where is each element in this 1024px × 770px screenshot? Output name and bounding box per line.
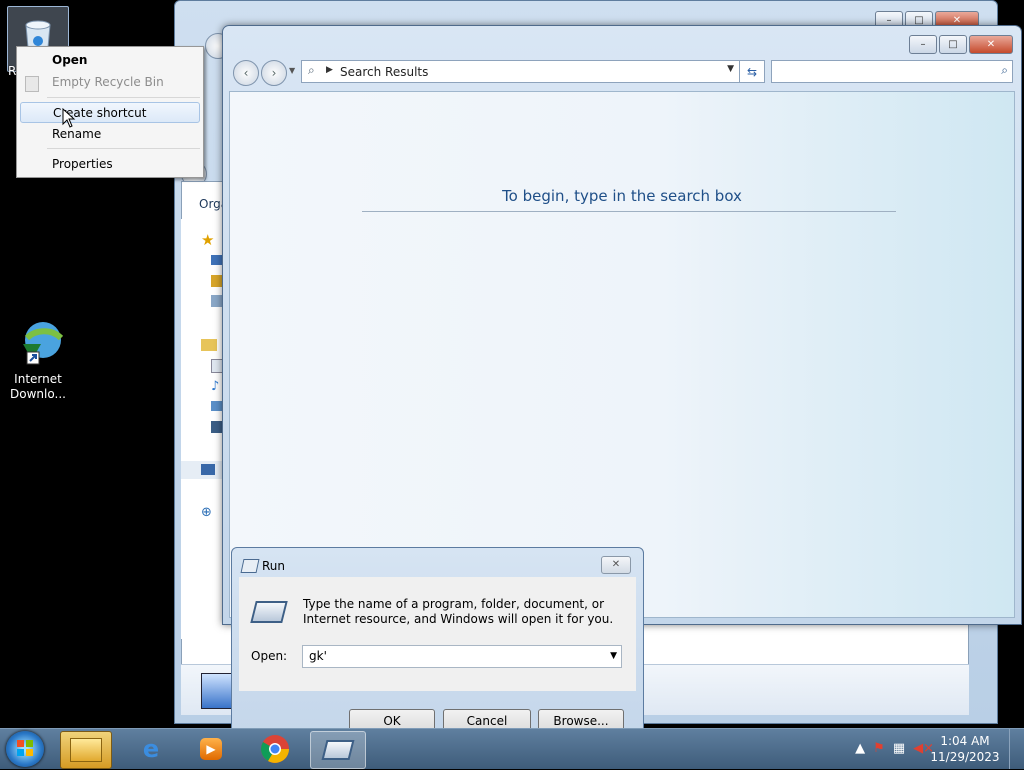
system-tray: ▲ ⚑ ▦ ◀× [855, 741, 934, 756]
back-button[interactable]: ‹ [233, 60, 259, 86]
taskbar-run-button[interactable] [310, 731, 366, 769]
front-window-caption-buttons: – □ ✕ [909, 35, 1013, 54]
address-text: Search Results [340, 64, 429, 79]
libraries-icon[interactable] [201, 339, 217, 351]
menu-item-properties[interactable]: Properties [20, 154, 200, 175]
recycle-bin-context-menu: Open Empty Recycle Bin Create shortcut R… [16, 46, 204, 178]
combobox-dropdown-icon[interactable]: ▼ [610, 651, 617, 661]
open-input[interactable]: gk' [309, 649, 327, 663]
open-label: Open: [251, 649, 288, 663]
run-close-button[interactable]: ✕ [601, 556, 631, 574]
clock-time: 1:04 AM [940, 734, 990, 748]
network-icon[interactable]: ⊕ [201, 505, 212, 520]
navigation-pane: ★ ♪ ⊕ [181, 219, 227, 639]
mouse-cursor-icon [62, 108, 76, 128]
action-center-icon[interactable]: ⚑ [873, 741, 885, 756]
taskbar-media-player-button[interactable]: ▶ [186, 731, 236, 767]
run-dialog-body: Type the name of a program, folder, docu… [239, 577, 636, 691]
idm-label-line2: Downlo... [10, 387, 66, 401]
show-desktop-button[interactable] [1009, 729, 1024, 769]
explorer-icon [70, 738, 102, 762]
run-program-icon [250, 601, 288, 623]
show-hidden-icons-icon[interactable]: ▲ [855, 741, 865, 756]
refresh-button[interactable]: ⇆ [739, 60, 765, 83]
computer-nav-row[interactable] [181, 461, 227, 479]
search-folder-icon: ⌕ [308, 63, 315, 77]
taskbar: e ▶ ▲ ⚑ ▦ ◀× 1:04 AM 11/29/2023 [0, 728, 1024, 769]
computer-large-icon [201, 673, 233, 709]
menu-separator [47, 148, 200, 149]
menu-item-rename[interactable]: Rename [20, 124, 200, 145]
forward-button[interactable]: › [261, 60, 287, 86]
run-title-icon [240, 559, 260, 573]
run-dialog-title: Run [262, 559, 286, 573]
internet-download-manager-desktop-icon[interactable]: Internet Downlo... [0, 318, 76, 402]
close-button[interactable]: ✕ [969, 35, 1013, 54]
empty-recycle-bin-icon [25, 76, 39, 92]
taskbar-chrome-button[interactable] [250, 731, 300, 767]
menu-item-open[interactable]: Open [20, 50, 200, 71]
run-instructions: Type the name of a program, folder, docu… [303, 597, 614, 626]
search-results-window[interactable]: – □ ✕ ‹ › ▼ ⌕ ▶ Search Results ▼ ⇆ ⌕ To … [222, 25, 1022, 625]
system-clock[interactable]: 1:04 AM 11/29/2023 [930, 733, 1000, 765]
search-results-pane: To begin, type in the search box [229, 91, 1015, 618]
ie-icon: e [142, 735, 160, 763]
favorites-star-icon[interactable]: ★ [201, 231, 214, 249]
media-player-icon: ▶ [200, 738, 222, 760]
minimize-button[interactable]: – [909, 35, 937, 54]
computer-icon [201, 464, 215, 475]
taskbar-ie-button[interactable]: e [126, 731, 176, 767]
menu-item-create-shortcut[interactable]: Create shortcut [20, 102, 200, 123]
hint-divider [362, 211, 896, 212]
address-bar[interactable]: ⌕ ▶ Search Results ▼ [301, 60, 741, 83]
clock-date: 11/29/2023 [930, 750, 1000, 764]
run-dialog[interactable]: Run ✕ Type the name of a program, folder… [231, 547, 644, 739]
start-button[interactable] [6, 731, 44, 767]
recent-pages-dropdown-icon[interactable]: ▼ [289, 66, 295, 75]
taskbar-explorer-button[interactable] [60, 731, 112, 769]
idm-label-line1: Internet [14, 372, 62, 386]
search-box[interactable]: ⌕ [771, 60, 1013, 83]
network-tray-icon[interactable]: ▦ [893, 741, 905, 756]
chrome-icon [261, 735, 289, 763]
address-dropdown-icon[interactable]: ▼ [727, 64, 734, 74]
run-icon [321, 740, 355, 760]
open-combobox[interactable]: gk' ▼ [302, 645, 622, 668]
search-hint-text: To begin, type in the search box [502, 187, 742, 205]
search-icon[interactable]: ⌕ [1001, 63, 1008, 78]
internet-download-manager-icon [13, 318, 64, 368]
breadcrumb-chevron-icon[interactable]: ▶ [326, 65, 333, 75]
menu-item-empty-recycle-bin[interactable]: Empty Recycle Bin [20, 72, 200, 93]
menu-separator [47, 97, 200, 98]
music-icon[interactable]: ♪ [211, 379, 219, 394]
maximize-button[interactable]: □ [939, 35, 967, 54]
